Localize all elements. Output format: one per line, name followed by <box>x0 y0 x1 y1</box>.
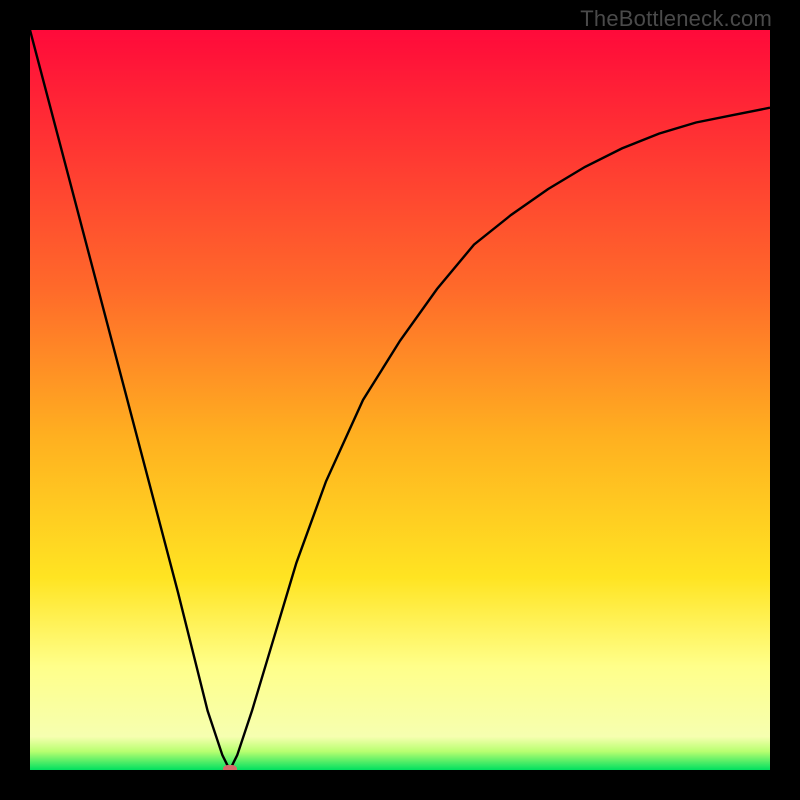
curve-path <box>30 30 770 770</box>
optimal-point-marker <box>223 765 237 770</box>
bottleneck-curve <box>30 30 770 770</box>
attribution-text: TheBottleneck.com <box>580 6 772 32</box>
chart-frame <box>30 30 770 770</box>
